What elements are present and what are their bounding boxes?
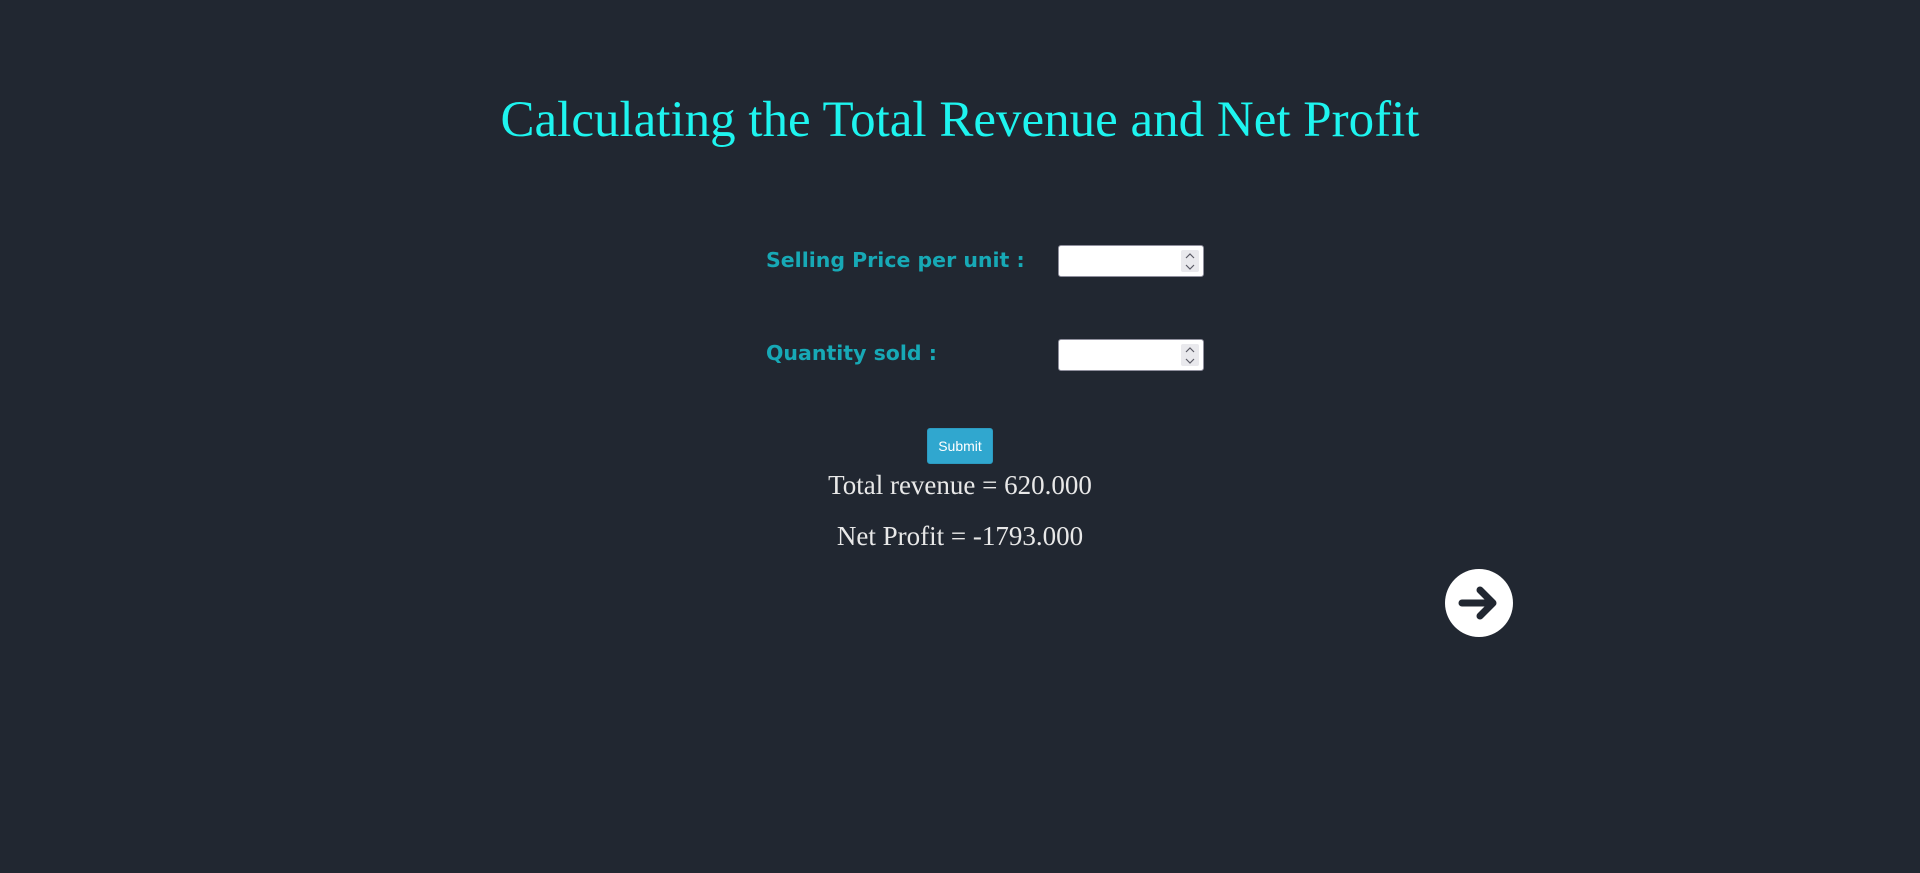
quantity-sold-label: Quantity sold : [766, 341, 937, 365]
chevron-up-icon[interactable] [1181, 250, 1199, 261]
selling-price-input[interactable] [1059, 246, 1175, 276]
arrow-right-circle-icon [1458, 586, 1497, 620]
submit-button[interactable]: Submit [927, 428, 993, 464]
quantity-sold-field[interactable] [1058, 339, 1204, 371]
quantity-sold-input[interactable] [1059, 340, 1175, 370]
total-revenue-result: Total revenue = 620.000 [828, 470, 1092, 500]
chevron-up-icon[interactable] [1181, 344, 1199, 355]
page-title: Calculating the Total Revenue and Net Pr… [500, 92, 1420, 148]
next-button[interactable] [1445, 569, 1513, 637]
chevron-down-icon[interactable] [1181, 261, 1199, 272]
chevron-down-icon[interactable] [1181, 355, 1199, 366]
quantity-sold-spinner[interactable] [1181, 344, 1199, 366]
selling-price-label: Selling Price per unit : [766, 248, 1025, 272]
selling-price-spinner[interactable] [1181, 250, 1199, 272]
selling-price-field[interactable] [1058, 245, 1204, 277]
net-profit-result: Net Profit = -1793.000 [836, 521, 1084, 551]
